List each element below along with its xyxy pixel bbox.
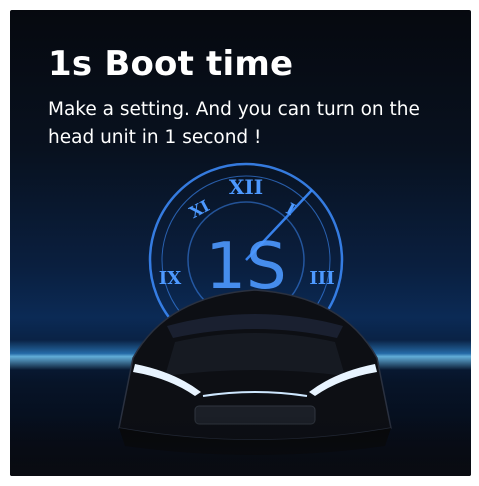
numeral-xii: XII xyxy=(229,175,263,199)
promo-image: 1s Boot time Make a setting. And you can… xyxy=(10,10,471,476)
headline: 1s Boot time xyxy=(48,44,294,84)
floor-shadow xyxy=(10,416,471,476)
description: Make a setting. And you can turn on the … xyxy=(48,99,420,148)
numeral-xi: XI xyxy=(186,196,212,222)
numeral-i: I xyxy=(283,199,299,219)
